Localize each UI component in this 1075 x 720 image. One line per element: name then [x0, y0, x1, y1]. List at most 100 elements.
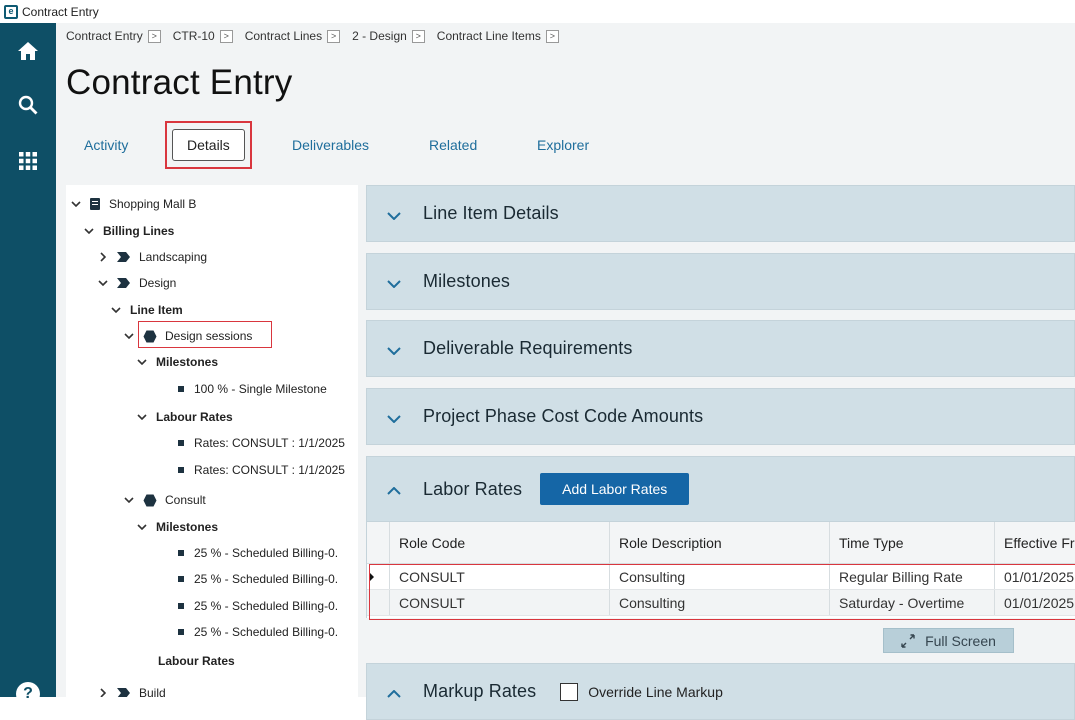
tree-node-build[interactable]: Build	[97, 683, 166, 697]
tree-node-consult[interactable]: Consult	[123, 490, 206, 510]
home-button[interactable]	[0, 31, 56, 71]
phase-tag-icon	[117, 688, 130, 697]
tree-node-labour-rates[interactable]: Labour Rates	[136, 407, 233, 427]
tree-node-rate[interactable]: Rates: CONSULT : 1/1/2025	[178, 460, 345, 480]
tree-node-scheduled-billing[interactable]: 25 % - Scheduled Billing-0.	[178, 622, 338, 642]
tree-label: Consult	[165, 493, 206, 507]
tab-details-highlight: Details	[165, 121, 252, 169]
section-title: Line Item Details	[423, 203, 559, 223]
chevron-right-icon[interactable]	[97, 687, 109, 697]
section-deliverable-requirements[interactable]: Deliverable Requirements	[366, 320, 1075, 377]
column-header-time-type[interactable]: Time Type	[829, 522, 994, 563]
column-header-role-code[interactable]: Role Code	[389, 522, 609, 563]
section-title: Project Phase Cost Code Amounts	[423, 406, 704, 426]
help-button[interactable]: ?	[16, 682, 40, 706]
tree-node-design[interactable]: Design	[97, 273, 176, 293]
full-screen-button[interactable]: Full Screen	[883, 628, 1014, 653]
tree-node-rate[interactable]: Rates: CONSULT : 1/1/2025	[178, 433, 345, 453]
section-title: Milestones	[423, 271, 511, 291]
chevron-down-icon[interactable]	[387, 207, 401, 221]
bullet-square-icon	[178, 603, 184, 609]
section-project-phase-cost-code-amounts[interactable]: Project Phase Cost Code Amounts	[366, 388, 1075, 445]
breadcrumb-chevron-icon[interactable]: >	[545, 29, 559, 43]
chevron-down-icon[interactable]	[110, 304, 122, 316]
tree-label: 25 % - Scheduled Billing-0.	[194, 546, 339, 560]
column-header-effective-from[interactable]: Effective Fr	[994, 522, 1075, 563]
tree-node-milestone-item[interactable]: 100 % - Single Milestone	[178, 379, 327, 399]
tree-node-landscaping[interactable]: Landscaping	[97, 247, 207, 267]
section-milestones[interactable]: Milestones	[366, 253, 1075, 310]
chevron-right-icon[interactable]	[97, 251, 109, 263]
section-title: Labor Rates	[423, 478, 523, 499]
labor-rates-grid: Role Code Role Description Time Type Eff…	[366, 522, 1075, 620]
grid-header-row: Role Code Role Description Time Type Eff…	[367, 522, 1075, 564]
tree-label: Milestones	[156, 355, 219, 369]
column-header-role-description[interactable]: Role Description	[609, 522, 829, 563]
chevron-down-icon[interactable]	[387, 342, 401, 356]
breadcrumb-chevron-icon[interactable]: >	[219, 29, 233, 43]
tree-node-design-sessions[interactable]: Design sessions	[123, 326, 252, 346]
chevron-down-icon[interactable]	[136, 521, 148, 533]
tree-node-line-item[interactable]: Line Item	[110, 300, 183, 320]
section-markup-rates[interactable]: Markup Rates Override Line Markup	[366, 663, 1075, 720]
window-titlebar: e Contract Entry	[0, 0, 1075, 23]
chevron-down-icon[interactable]	[387, 410, 401, 424]
chevron-down-icon[interactable]	[387, 275, 401, 289]
chevron-up-icon[interactable]	[387, 685, 401, 699]
full-screen-label: Full Screen	[925, 632, 996, 649]
section-title: Deliverable Requirements	[423, 338, 633, 358]
section-labor-rates[interactable]: Labor Rates Add Labor Rates	[366, 456, 1075, 522]
apps-grid-button[interactable]	[0, 141, 56, 181]
tree-node-root[interactable]: Shopping Mall B	[70, 194, 196, 214]
chevron-down-icon[interactable]	[136, 411, 148, 423]
grid-row-selector-header	[367, 522, 389, 563]
bullet-square-icon	[178, 386, 184, 392]
tree-node-milestones[interactable]: Milestones	[136, 352, 218, 372]
tree-label: Milestones	[156, 520, 219, 534]
tree-label: 25 % - Scheduled Billing-0.	[194, 599, 339, 613]
book-icon	[90, 198, 100, 210]
tab-details[interactable]: Details	[172, 129, 245, 161]
tree-node-scheduled-billing[interactable]: 25 % - Scheduled Billing-0.	[178, 569, 338, 589]
override-line-markup-checkbox[interactable]	[560, 682, 579, 701]
sidebar: ?	[0, 23, 56, 706]
tree-node-scheduled-billing[interactable]: 25 % - Scheduled Billing-0.	[178, 543, 338, 563]
breadcrumb-chevron-icon[interactable]: >	[327, 29, 341, 43]
chevron-up-icon[interactable]	[387, 482, 401, 496]
phase-tag-icon	[117, 252, 130, 262]
chevron-down-icon[interactable]	[83, 225, 95, 237]
chevron-down-icon[interactable]	[97, 277, 109, 289]
page-title: Contract Entry	[66, 63, 293, 102]
main-area: Contract Entry > CTR-10 > Contract Lines > …	[56, 23, 1075, 720]
breadcrumb-ctr-10[interactable]: CTR-10	[173, 29, 215, 43]
breadcrumb: Contract Entry > CTR-10 > Contract Lines > …	[66, 29, 571, 43]
tab-explorer[interactable]: Explorer	[537, 121, 589, 169]
tree-label: 25 % - Scheduled Billing-0.	[194, 572, 339, 586]
add-labor-rates-button[interactable]: Add Labor Rates	[540, 473, 690, 505]
tree-label: Labour Rates	[156, 410, 233, 424]
tree-label: Labour Rates	[158, 654, 235, 668]
search-button[interactable]	[0, 85, 56, 125]
tab-activity[interactable]: Activity	[84, 121, 128, 169]
tree-node-scheduled-billing[interactable]: 25 % - Scheduled Billing-0.	[178, 596, 338, 616]
breadcrumb-design[interactable]: 2 - Design	[352, 29, 407, 43]
tree-node-labour-rates[interactable]: Labour Rates	[158, 651, 235, 671]
tree-node-milestones[interactable]: Milestones	[136, 517, 218, 537]
tree-node-billing-lines[interactable]: Billing Lines	[83, 221, 174, 241]
hexagon-icon	[143, 330, 157, 342]
tab-related[interactable]: Related	[429, 121, 477, 169]
tab-bar: Activity Details Deliverables Related Ex…	[66, 121, 1066, 169]
breadcrumb-contract-lines[interactable]: Contract Lines	[245, 29, 322, 43]
tab-deliverables[interactable]: Deliverables	[292, 121, 369, 169]
chevron-down-icon[interactable]	[123, 330, 135, 342]
section-line-item-details[interactable]: Line Item Details	[366, 185, 1075, 242]
chevron-down-icon[interactable]	[136, 356, 148, 368]
breadcrumb-contract-entry[interactable]: Contract Entry	[66, 29, 143, 43]
breadcrumb-chevron-icon[interactable]: >	[147, 29, 161, 43]
breadcrumb-chevron-icon[interactable]: >	[411, 29, 425, 43]
chevron-down-icon[interactable]	[123, 494, 135, 506]
chevron-down-icon[interactable]	[70, 198, 82, 210]
breadcrumb-contract-line-items[interactable]: Contract Line Items	[437, 29, 541, 43]
search-icon	[18, 95, 38, 115]
window-title: Contract Entry	[22, 4, 99, 19]
